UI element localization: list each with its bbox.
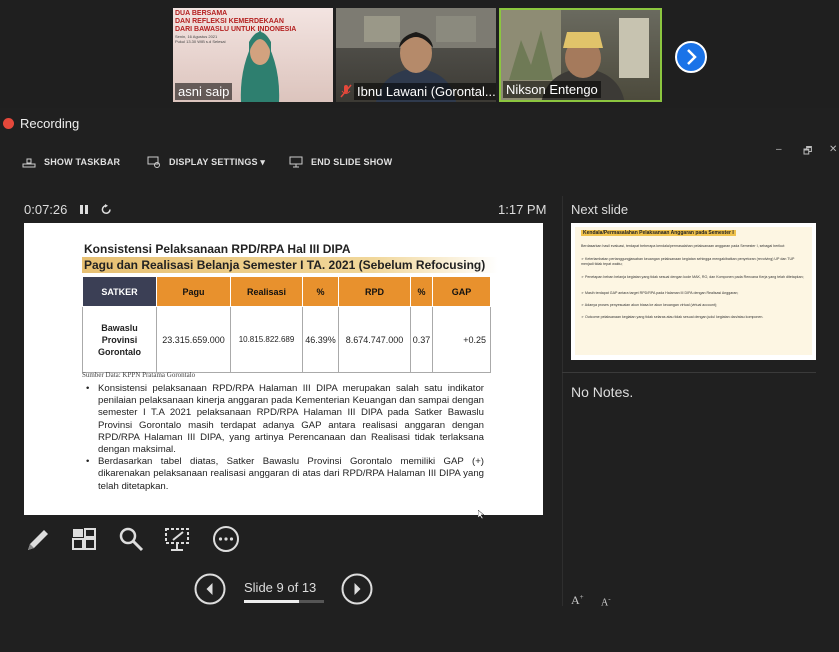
slide-grid-icon xyxy=(72,528,96,550)
chevron-left-icon xyxy=(194,573,226,605)
table-row: Bawaslu Provinsi Gorontalo 23.315.659.00… xyxy=(82,306,491,373)
panel-divider xyxy=(562,196,563,606)
rpd-cell: 8.674.747.000 xyxy=(338,306,411,373)
display-settings-icon xyxy=(147,156,160,168)
magnifier-icon xyxy=(119,527,144,552)
next-slide-line: ➢ Masih terdapat GAP antara target RPD/R… xyxy=(581,291,739,295)
realisasi-cell: 10.815.822.689 xyxy=(230,306,303,373)
column-header: GAP xyxy=(432,276,491,307)
next-slide-line: ➢ Keterlambatan pertanggungjawaban keuan… xyxy=(581,257,795,266)
column-header: SATKER xyxy=(82,276,157,307)
end-slide-show-button[interactable]: END SLIDE SHOW xyxy=(289,156,392,168)
mic-muted-icon xyxy=(340,84,352,98)
recording-indicator: Recording xyxy=(3,116,79,131)
display-settings-button[interactable]: DISPLAY SETTINGS ▾ xyxy=(147,156,265,168)
taskbar-icon xyxy=(22,158,36,168)
minimize-button[interactable]: – xyxy=(776,144,782,155)
budget-table: SATKER Pagu Realisasi % RPD % GAP Bawasl… xyxy=(82,276,491,373)
chevron-right-icon xyxy=(341,573,373,605)
next-slide-button[interactable] xyxy=(341,573,373,605)
participant-name: Nikson Entengo xyxy=(503,81,601,98)
satker-cell: Bawaslu Provinsi Gorontalo xyxy=(82,306,157,373)
column-header: Pagu xyxy=(156,276,231,307)
decrease-font-button[interactable]: A- xyxy=(601,595,611,608)
slide-progress-bar xyxy=(244,600,324,603)
laser-pointer-button[interactable] xyxy=(163,525,191,553)
percent-cell: 0.37 xyxy=(410,306,433,373)
laser-pointer-icon xyxy=(165,528,189,551)
bullet-item: Berdasarkan tabel diatas, Satker Bawaslu… xyxy=(84,456,484,493)
meeting-video-strip: DUA BERSAMA DAN REFLEKSI KEMERDEKAAN DAR… xyxy=(0,0,839,108)
participant-name: asni saip xyxy=(175,83,233,100)
next-slide-label: Next slide xyxy=(571,202,629,217)
table-header-row: SATKER Pagu Realisasi % RPD % GAP xyxy=(82,276,491,307)
current-slide[interactable]: Konsistensi Pelaksanaan RPD/RPA Hal III … xyxy=(24,223,543,515)
participant-tile-3-active-speaker[interactable]: Nikson Entengo xyxy=(499,8,662,102)
bullet-item: Konsistensi pelaksanaan RPD/RPA Halaman … xyxy=(84,383,484,456)
see-all-slides-button[interactable] xyxy=(70,525,98,553)
next-slide-preview[interactable]: Kendala/Permasalahan Pelaksanaan Anggara… xyxy=(571,223,816,360)
pagu-cell: 23.315.659.000 xyxy=(156,306,231,373)
participant-name: Ibnu Lawani (Gorontal... xyxy=(354,83,496,100)
reset-icon[interactable] xyxy=(101,204,112,215)
increase-font-button[interactable]: A+ xyxy=(571,593,584,608)
end-slide-show-label: END SLIDE SHOW xyxy=(311,157,393,167)
next-slide-line: ➢ Outcome pelaksanaan kegiatan yang tida… xyxy=(581,315,764,319)
presentation-timer: 0:07:26 xyxy=(24,202,112,217)
notes-divider xyxy=(562,372,816,373)
next-participants-button[interactable] xyxy=(675,41,707,73)
more-options-button[interactable] xyxy=(212,525,240,553)
next-slide-line: ➢ Adanya proses penyesuaian akun biasa k… xyxy=(581,303,718,307)
slide-progress-fill xyxy=(244,600,300,603)
column-header: % xyxy=(302,276,339,307)
mouse-cursor-icon xyxy=(478,510,484,519)
gap-cell: +0.25 xyxy=(432,306,491,373)
data-source-note: Sumber Data: KPPN Pratama Gorontalo xyxy=(82,371,196,379)
next-slide-line: Berdasarkan hasil evaluasi, terdapat beb… xyxy=(581,244,785,248)
show-taskbar-button[interactable]: SHOW TASKBAR xyxy=(22,156,120,168)
participant-tile-2[interactable]: Ibnu Lawani (Gorontal... xyxy=(336,8,496,102)
more-options-icon xyxy=(213,526,239,552)
pen-icon xyxy=(28,530,48,550)
slide-bullets: Konsistensi pelaksanaan RPD/RPA Halaman … xyxy=(84,383,484,493)
next-slide-heading: Kendala/Permasalahan Pelaksanaan Anggara… xyxy=(581,230,736,236)
slide-counter[interactable]: Slide 9 of 13 xyxy=(244,580,316,595)
display-settings-label: DISPLAY SETTINGS ▾ xyxy=(169,156,266,167)
percent-cell: 46.39% xyxy=(302,306,339,373)
presenter-toolbar: SHOW TASKBAR DISPLAY SETTINGS ▾ END SLID… xyxy=(0,150,839,178)
elapsed-time: 0:07:26 xyxy=(24,202,68,217)
end-slideshow-icon xyxy=(289,156,303,168)
speaker-notes: No Notes. xyxy=(571,384,634,400)
recording-label: Recording xyxy=(20,116,80,131)
show-taskbar-label: SHOW TASKBAR xyxy=(44,157,121,167)
previous-slide-button[interactable] xyxy=(194,573,226,605)
close-button[interactable]: ✕ xyxy=(829,144,837,155)
zoom-button[interactable] xyxy=(117,525,145,553)
pause-icon[interactable] xyxy=(79,204,89,215)
column-header: % xyxy=(410,276,433,307)
column-header: Realisasi xyxy=(230,276,303,307)
next-slide-content: Kendala/Permasalahan Pelaksanaan Anggara… xyxy=(575,227,812,355)
current-time: 1:17 PM xyxy=(498,202,547,217)
column-header: RPD xyxy=(338,276,411,307)
participant-tile-1[interactable]: DUA BERSAMA DAN REFLEKSI KEMERDEKAAN DAR… xyxy=(173,8,333,102)
restore-button[interactable]: 🗗 xyxy=(803,144,812,161)
participant-video-person xyxy=(240,30,280,102)
chevron-right-icon xyxy=(687,49,697,65)
next-slide-line: ➢ Penetapan beban belanja kegiatan yang … xyxy=(581,275,804,279)
slide-subtitle: Pagu dan Realisasi Belanja Semester I TA… xyxy=(82,257,498,273)
recording-dot-icon xyxy=(3,118,14,129)
pen-tool-button[interactable] xyxy=(24,525,52,553)
slide-title: Konsistensi Pelaksanaan RPD/RPA Hal III … xyxy=(84,242,351,256)
